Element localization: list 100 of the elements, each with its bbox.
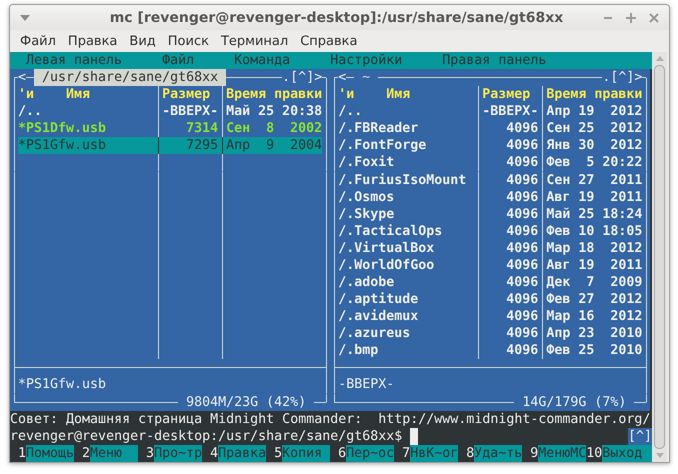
menu-item[interactable]: Правая панель — [442, 52, 546, 70]
maximize-icon[interactable] — [626, 12, 636, 22]
command-prompt: revenger@revenger-desktop:/usr/share/sane/gt68xx$ — [10, 428, 402, 445]
column-header[interactable]: Время правки — [546, 86, 642, 104]
file-size: 4096 — [505, 256, 538, 274]
key-number: 9 — [529, 444, 538, 462]
file-name: /.avidemux — [338, 308, 420, 326]
column-header[interactable]: Время правки — [226, 86, 322, 104]
function-key-button[interactable]: Правка — [218, 444, 266, 462]
function-key-button[interactable]: Пер~ос — [346, 444, 394, 462]
file-row[interactable]: /.adobe 4096 Дек 7 2009 — [338, 274, 642, 292]
modified-time: Сен 27 2011 — [546, 172, 642, 189]
file-size: -ВВЕРХ- — [482, 103, 538, 120]
file-row[interactable]: /.. -ВВЕРХ- Апр 19 2012 — [338, 103, 642, 120]
menu-item[interactable]: Поиск — [162, 34, 215, 48]
status-text: *PS1Gfw.usb — [18, 377, 106, 392]
scroll-thumb[interactable] — [654, 65, 665, 449]
menu-item[interactable]: Вид — [123, 34, 162, 48]
file-name: /.Osmos — [338, 188, 396, 206]
file-row[interactable]: /.azureus 4096 Апр 23 2010 — [338, 325, 642, 342]
menu-item[interactable]: Левая панель — [26, 52, 122, 70]
function-key-button[interactable]: МенюMC — [538, 444, 586, 462]
function-key-button[interactable]: Помощь — [26, 444, 74, 462]
file-name: /.Skype — [338, 206, 396, 223]
modified-time: Апр 9 2004 — [226, 137, 322, 154]
menu-item[interactable]: Команда — [234, 52, 290, 70]
file-row[interactable]: *PS1Gfw.usb 7295 Апр 9 2004 — [18, 137, 322, 154]
modified-time: Мар 18 2012 — [546, 240, 642, 257]
modified-time: Авг 19 2011 — [546, 188, 642, 206]
hint-text: Совет: Домашняя страница Midnight Commander: http://www.midnight-commander.org/ — [10, 410, 650, 428]
function-key-button[interactable]: Про~тр — [154, 444, 202, 462]
menu-item[interactable]: Настройки — [330, 52, 402, 70]
function-key-button[interactable]: Копия — [282, 444, 330, 462]
file-size: 4096 — [505, 222, 538, 240]
file-row[interactable]: /.VirtualBox 4096 Мар 18 2012 — [338, 240, 642, 257]
file-name: /.adobe — [338, 274, 396, 292]
modified-time: Апр 23 2010 — [546, 325, 642, 342]
file-row[interactable]: /.Osmos 4096 Авг 19 2011 — [338, 188, 642, 206]
file-size: 7295 — [185, 137, 218, 154]
file-size: 4096 — [505, 291, 538, 308]
close-icon[interactable] — [649, 12, 659, 22]
file-row[interactable]: /.aptitude 4096 Фев 27 2012 — [338, 291, 642, 308]
menu-item[interactable]: Файл — [162, 52, 194, 70]
modified-time: Фев 25 2010 — [546, 342, 642, 360]
file-size: 4096 — [505, 308, 538, 326]
scroll-up-icon[interactable] — [656, 56, 664, 61]
file-row[interactable]: /.Skype 4096 Май 25 18:24 — [338, 206, 642, 223]
scrollbar[interactable] — [652, 52, 667, 462]
key-number: 10 — [586, 444, 602, 462]
file-name: *PS1Dfw.usb — [18, 120, 108, 138]
modified-time: Сен 8 2002 — [226, 120, 322, 138]
menu-item[interactable]: Справка — [294, 34, 364, 48]
modified-time: Апр 19 2012 — [546, 103, 642, 120]
prompt-button[interactable]: [^] — [628, 428, 652, 445]
file-name: /.FBReader — [338, 120, 420, 138]
function-key-button[interactable]: Выход — [602, 444, 652, 462]
modified-time: Дек 7 2009 — [546, 274, 642, 292]
file-row[interactable]: /.FontForge 4096 Янв 30 2012 — [338, 137, 642, 154]
column-header[interactable]: Размер — [162, 86, 218, 104]
file-size: 4096 — [505, 137, 538, 154]
scroll-down-icon[interactable] — [656, 452, 664, 458]
modified-time: Май 25 20:38 — [226, 103, 322, 120]
file-row[interactable]: *PS1Dfw.usb 7314 Сен 8 2002 — [18, 120, 322, 138]
file-size: 4096 — [505, 206, 538, 223]
modified-time: Фев 27 2012 — [546, 291, 642, 308]
file-row[interactable]: /.TacticalOps 4096 Фев 10 18:05 — [338, 222, 642, 240]
function-key-button[interactable]: НвК~ог — [410, 444, 458, 462]
column-header[interactable]: 'и Имя — [338, 86, 474, 104]
menu-item[interactable]: Терминал — [214, 34, 294, 48]
window-title: mc [revenger@revenger-desktop]:/usr/share/sane/gt68xx — [108, 10, 564, 26]
file-size: 4096 — [505, 342, 538, 360]
file-name: *PS1Gfw.usb — [18, 137, 108, 154]
column-header[interactable]: 'и Имя — [18, 86, 154, 104]
file-row[interactable]: /.avidemux 4096 Мар 16 2012 — [338, 308, 642, 326]
file-name: /.FuriusIsoMount — [338, 172, 468, 189]
file-row[interactable]: /.FuriusIsoMount 4096 Сен 27 2011 — [338, 172, 642, 189]
menu-item[interactable]: Файл — [14, 34, 62, 48]
column-header[interactable]: Размер — [482, 86, 538, 104]
modified-time: Авг 19 2011 — [546, 256, 642, 274]
file-row[interactable]: /.. -ВВЕРХ- Май 25 20:38 — [18, 103, 322, 120]
modified-time: Фев 10 18:05 — [546, 222, 642, 240]
file-name: /.WorldOfGoo — [338, 256, 436, 274]
file-name: /.azureus — [338, 325, 412, 342]
file-name: /.. — [18, 103, 44, 120]
file-name: /.VirtualBox — [338, 240, 436, 257]
function-key-button[interactable]: Меню — [90, 444, 138, 462]
file-row[interactable]: /.WorldOfGoo 4096 Авг 19 2011 — [338, 256, 642, 274]
file-row[interactable]: /.Foxit 4096 Фев 5 20:22 — [338, 154, 642, 172]
file-row[interactable]: /.FBReader 4096 Сен 25 2012 — [338, 120, 642, 138]
modified-time: Май 25 18:24 — [546, 206, 642, 223]
key-number: 6 — [337, 444, 346, 462]
key-number: 5 — [273, 444, 282, 462]
key-number: 1 — [16, 444, 26, 462]
function-key-button[interactable]: Уда~ть — [474, 444, 522, 462]
menu-item[interactable]: Правка — [62, 34, 124, 48]
file-row[interactable]: /.bmp 4096 Фев 25 2010 — [338, 342, 642, 360]
file-name: /.. — [338, 103, 364, 120]
caret-down-icon[interactable] — [20, 14, 30, 20]
file-size: 4096 — [505, 274, 538, 292]
file-name: /.Foxit — [338, 154, 396, 172]
